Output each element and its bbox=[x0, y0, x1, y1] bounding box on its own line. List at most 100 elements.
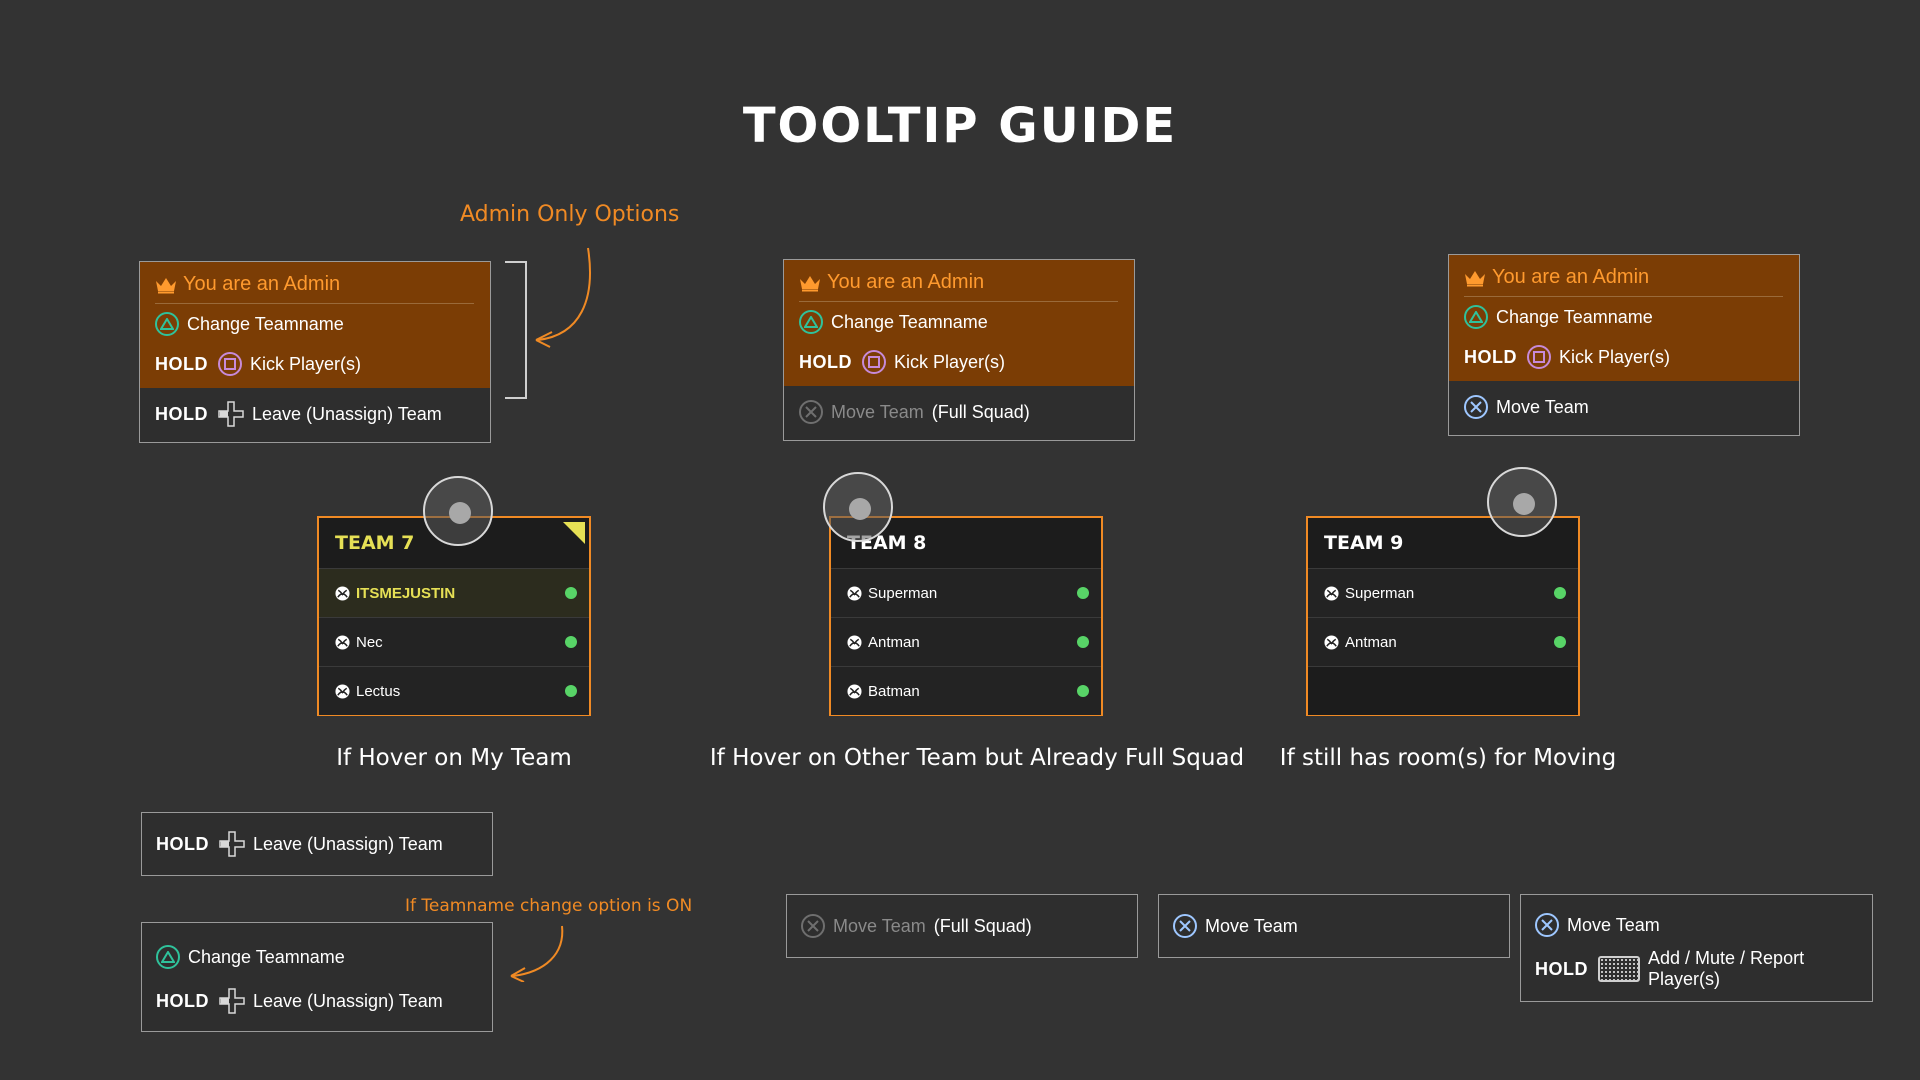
player-row[interactable]: Antman bbox=[831, 617, 1101, 666]
page-title: TOOLTIP GUIDE bbox=[742, 98, 1178, 154]
leave-team-option[interactable]: HOLD Leave (Unassign) Team bbox=[155, 394, 476, 434]
team-card-9[interactable]: TEAM 9 Superman Antman bbox=[1306, 516, 1580, 716]
option-label: Leave (Unassign) Team bbox=[253, 833, 443, 854]
cursor-indicator bbox=[1487, 467, 1557, 537]
option-label: Kick Player(s) bbox=[250, 353, 362, 374]
crown-icon bbox=[156, 277, 176, 293]
teamname-arrow bbox=[510, 925, 564, 982]
move-team-option-disabled: Move Team (Full Squad) bbox=[801, 906, 1032, 946]
kick-players-option[interactable]: HOLD Kick Player(s) bbox=[799, 342, 1118, 382]
option-label: Leave (Unassign) Team bbox=[252, 403, 442, 424]
hold-label: HOLD bbox=[155, 353, 208, 374]
online-status-dot bbox=[1077, 685, 1089, 697]
hold-label: HOLD bbox=[155, 403, 208, 424]
online-status-dot bbox=[1554, 587, 1566, 599]
square-button-icon bbox=[862, 350, 886, 374]
tooltip-move-only: Move Team bbox=[1158, 894, 1510, 958]
caption-my-team: If Hover on My Team bbox=[336, 745, 572, 771]
xbox-icon bbox=[847, 585, 862, 601]
xbox-icon bbox=[335, 683, 350, 699]
admin-section: You are an Admin Change Teamname HOLD Ki… bbox=[784, 260, 1134, 386]
change-teamname-option[interactable]: Change Teamname bbox=[1464, 297, 1783, 337]
xbox-icon bbox=[1324, 634, 1339, 650]
option-label: Change Teamname bbox=[187, 313, 344, 334]
full-squad-label: (Full Squad) bbox=[931, 401, 1030, 422]
player-row[interactable]: Batman bbox=[831, 666, 1101, 715]
dpad-icon bbox=[218, 401, 244, 427]
player-row[interactable]: Superman bbox=[1308, 568, 1578, 617]
teamname-change-note: If Teamname change option is ON bbox=[405, 896, 693, 916]
team-card-7[interactable]: TEAM 7 ITSMEJUSTIN Nec Lectus bbox=[317, 516, 591, 716]
dpad-icon bbox=[219, 831, 245, 857]
xbox-icon bbox=[335, 634, 350, 650]
online-status-dot bbox=[565, 587, 577, 599]
admin-bracket-arrow bbox=[505, 247, 591, 399]
player-row[interactable]: Lectus bbox=[319, 666, 589, 715]
xbox-icon bbox=[847, 634, 862, 650]
option-label: Kick Player(s) bbox=[894, 351, 1006, 372]
tooltip-teamname-on: Change Teamname HOLD Leave (Unassign) Te… bbox=[141, 922, 493, 1032]
change-teamname-option[interactable]: Change Teamname bbox=[156, 935, 478, 979]
add-mute-report-option[interactable]: HOLD Add / Mute / Report Player(s) bbox=[1535, 947, 1858, 991]
triangle-button-icon bbox=[1464, 305, 1488, 329]
option-label: Kick Player(s) bbox=[1559, 346, 1671, 367]
online-status-dot bbox=[565, 685, 577, 697]
move-team-option-disabled: Move Team (Full Squad) bbox=[799, 392, 1120, 432]
xbox-icon bbox=[847, 683, 862, 699]
admin-label: You are an Admin bbox=[183, 273, 341, 295]
admin-section: You are an Admin Change Teamname HOLD Ki… bbox=[1449, 255, 1799, 381]
cursor-indicator bbox=[423, 476, 493, 546]
change-teamname-option[interactable]: Change Teamname bbox=[799, 302, 1118, 342]
cross-button-icon bbox=[1464, 395, 1488, 419]
tooltip-has-room: You are an Admin Change Teamname HOLD Ki… bbox=[1448, 254, 1800, 436]
triangle-button-icon bbox=[156, 945, 180, 969]
cross-button-icon bbox=[801, 914, 825, 938]
admin-label: You are an Admin bbox=[827, 271, 985, 293]
kick-players-option[interactable]: HOLD Kick Player(s) bbox=[1464, 337, 1783, 377]
player-row[interactable]: Nec bbox=[319, 617, 589, 666]
hold-label: HOLD bbox=[1464, 346, 1517, 367]
player-row[interactable]: ITSMEJUSTIN bbox=[319, 568, 589, 617]
hold-label: HOLD bbox=[1535, 958, 1588, 979]
crown-icon bbox=[800, 275, 820, 291]
admin-section: You are an Admin Change Teamname HOLD Ki… bbox=[140, 262, 490, 388]
option-label: Move Team bbox=[831, 401, 924, 422]
team-card-8[interactable]: TEAM 8 Superman Antman Batman bbox=[829, 516, 1103, 716]
admin-label: You are an Admin bbox=[1492, 266, 1650, 288]
option-label: Change Teamname bbox=[1496, 306, 1653, 327]
square-button-icon bbox=[1527, 345, 1551, 369]
xbox-icon bbox=[335, 585, 350, 601]
kick-players-option[interactable]: HOLD Kick Player(s) bbox=[155, 344, 474, 384]
option-label: Move Team bbox=[1496, 396, 1589, 417]
cross-button-icon bbox=[1535, 913, 1559, 937]
online-status-dot bbox=[1077, 587, 1089, 599]
change-teamname-option[interactable]: Change Teamname bbox=[155, 304, 474, 344]
player-row[interactable]: Antman bbox=[1308, 617, 1578, 666]
empty-slot bbox=[1308, 666, 1578, 715]
full-squad-label: (Full Squad) bbox=[933, 915, 1032, 936]
crown-icon bbox=[1465, 270, 1485, 286]
caption-has-room: If still has room(s) for Moving bbox=[1279, 745, 1617, 771]
leave-team-option[interactable]: HOLD Leave (Unassign) Team bbox=[156, 824, 443, 864]
hold-label: HOLD bbox=[799, 351, 852, 372]
option-label: Change Teamname bbox=[188, 946, 345, 967]
cross-button-icon bbox=[1173, 914, 1197, 938]
move-team-option[interactable]: Move Team bbox=[1464, 387, 1785, 427]
my-team-marker bbox=[563, 522, 585, 544]
option-label: Change Teamname bbox=[831, 311, 988, 332]
dpad-icon bbox=[219, 988, 245, 1014]
tooltip-full-squad-only: Move Team (Full Squad) bbox=[786, 894, 1138, 958]
option-label: Add / Mute / Report Player(s) bbox=[1648, 948, 1805, 989]
option-label: Move Team bbox=[1205, 915, 1298, 936]
tooltip-leave-only: HOLD Leave (Unassign) Team bbox=[141, 812, 493, 876]
move-team-option[interactable]: Move Team bbox=[1173, 906, 1298, 946]
cross-button-icon bbox=[799, 400, 823, 424]
option-label: Move Team bbox=[1567, 914, 1660, 935]
leave-team-option[interactable]: HOLD Leave (Unassign) Team bbox=[156, 979, 478, 1023]
player-row[interactable]: Superman bbox=[831, 568, 1101, 617]
move-team-option[interactable]: Move Team bbox=[1535, 903, 1858, 947]
admin-only-note: Admin Only Options bbox=[460, 202, 680, 227]
touchpad-icon bbox=[1598, 956, 1640, 982]
square-button-icon bbox=[218, 352, 242, 376]
option-label: Move Team bbox=[833, 915, 926, 936]
